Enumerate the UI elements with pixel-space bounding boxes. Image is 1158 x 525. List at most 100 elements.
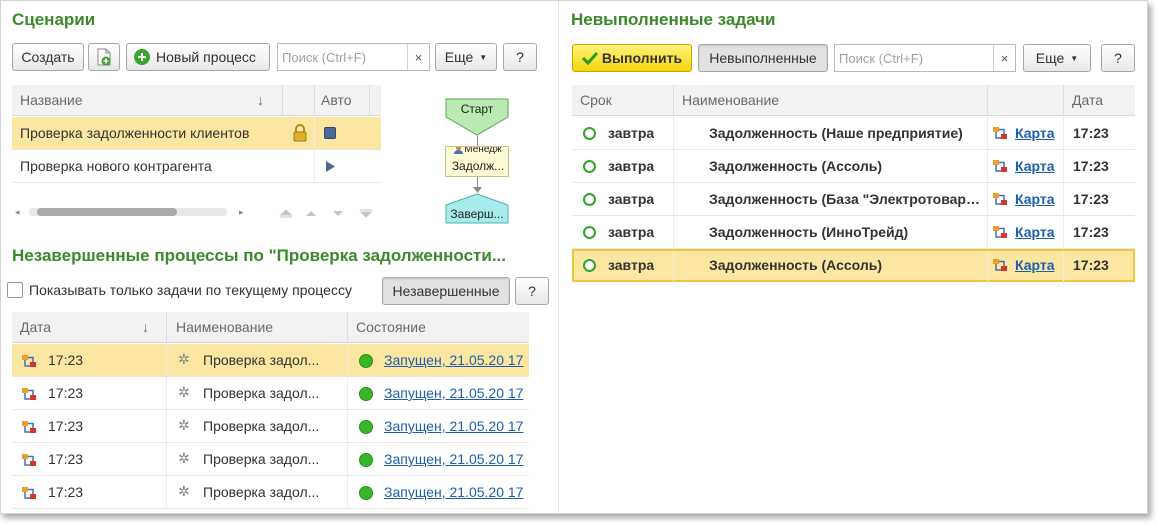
- task-deadline: завтра: [608, 191, 655, 207]
- task-deadline: завтра: [608, 158, 655, 174]
- panel-divider[interactable]: [558, 1, 559, 513]
- route-icon: [22, 454, 36, 466]
- column-date[interactable]: Дата: [20, 319, 51, 335]
- scroll-right-arrow[interactable]: ▸: [239, 207, 247, 217]
- window: Сценарии Создать Новый процесс Поиск (Ct…: [0, 0, 1148, 514]
- flow-connector: [477, 136, 478, 146]
- gear-icon: ✲: [178, 417, 190, 433]
- flow-end-label: Заверш...: [450, 207, 504, 221]
- tasks-table-header: Срок Наименование Дата: [572, 85, 1135, 116]
- task-map-link[interactable]: Карта: [1015, 125, 1055, 141]
- tasks-search-input[interactable]: Поиск (Ctrl+F) ×: [834, 44, 1016, 72]
- new-process-label: Новый процесс: [156, 49, 256, 65]
- column-date[interactable]: Дата: [1072, 92, 1103, 108]
- table-row[interactable]: завтра Задолженность (Наше предприятие) …: [572, 117, 1135, 150]
- task-name: Задолженность (ИнноТрейд): [709, 224, 909, 240]
- task-time: 17:23: [1073, 224, 1109, 240]
- scenarios-more-button[interactable]: Еще ▼: [435, 43, 497, 71]
- table-row[interactable]: завтра Задолженность (Ассоль) Карта 17:2…: [572, 249, 1135, 284]
- processes-table-header: Дата ↓ Наименование Состояние: [12, 312, 529, 343]
- table-row[interactable]: 17:23 ✲ Проверка задол... Запущен, 21.05…: [12, 443, 529, 476]
- route-icon: [993, 259, 1007, 271]
- table-row[interactable]: 17:23 ✲ Проверка задол... Запущен, 21.05…: [12, 410, 529, 443]
- add-document-button[interactable]: [88, 43, 120, 71]
- status-dot-icon: [359, 420, 373, 434]
- scenarios-search-placeholder: Поиск (Ctrl+F): [282, 50, 367, 65]
- scenarios-help-button[interactable]: ?: [503, 43, 537, 71]
- column-state[interactable]: Состояние: [356, 319, 426, 335]
- task-name: Задолженность (Наше предприятие): [709, 125, 963, 141]
- process-name: Проверка задол...: [203, 418, 320, 434]
- table-row[interactable]: Проверка нового контрагента: [12, 150, 381, 183]
- tasks-more-button[interactable]: Еще ▼: [1023, 44, 1091, 72]
- flow-end-node[interactable]: Заверш...: [445, 193, 509, 224]
- process-state-link[interactable]: Запущен, 21.05.20 17: [384, 352, 529, 368]
- execute-button[interactable]: Выполнить: [572, 44, 692, 72]
- sort-down-icon: ↓: [142, 319, 149, 335]
- flow-start-label: Старт: [460, 102, 494, 116]
- task-map-link[interactable]: Карта: [1015, 158, 1055, 174]
- task-circle-icon: [583, 226, 596, 239]
- tasks-title: Невыполненные задачи: [571, 10, 776, 29]
- chevron-down-icon: ▼: [479, 52, 488, 62]
- table-row[interactable]: завтра Задолженность (База "Электротовар…: [572, 183, 1135, 216]
- processes-help-button[interactable]: ?: [515, 277, 549, 305]
- route-icon: [993, 127, 1007, 139]
- gear-icon: ✲: [178, 483, 190, 499]
- column-separator: [369, 85, 370, 116]
- flow-manager-label: Менедж: [448, 147, 508, 155]
- tasks-help-button[interactable]: ?: [1101, 44, 1135, 72]
- execute-label: Выполнить: [601, 50, 683, 66]
- table-row[interactable]: 17:23 ✲ Проверка задол... Запущен, 21.05…: [12, 476, 529, 509]
- task-time: 17:23: [1073, 125, 1109, 141]
- table-row[interactable]: завтра Задолженность (ИнноТрейд) Карта 1…: [572, 216, 1135, 249]
- task-circle-icon: [583, 160, 596, 173]
- process-state-link[interactable]: Запущен, 21.05.20 17: [384, 451, 529, 467]
- column-name[interactable]: Наименование: [176, 319, 273, 335]
- gear-icon: ✲: [178, 450, 190, 466]
- scenarios-search-clear-button[interactable]: ×: [407, 44, 429, 70]
- horizontal-scrollbar[interactable]: [29, 208, 227, 216]
- task-circle-icon: [583, 127, 596, 140]
- scenarios-search-input[interactable]: Поиск (Ctrl+F) ×: [277, 43, 430, 71]
- process-state-link[interactable]: Запущен, 21.05.20 17: [384, 484, 529, 500]
- column-deadline[interactable]: Срок: [580, 92, 612, 108]
- column-auto[interactable]: Авто: [321, 92, 352, 108]
- move-arrows[interactable]: [279, 209, 379, 219]
- play-icon: [326, 161, 335, 172]
- tasks-search-clear-button[interactable]: ×: [993, 45, 1015, 71]
- current-process-checkbox-label[interactable]: Показывать только задачи по текущему про…: [29, 282, 352, 298]
- process-time: 17:23: [48, 484, 84, 500]
- unfinished-filter-button[interactable]: Незавершенные: [382, 277, 510, 305]
- route-icon: [993, 226, 1007, 238]
- create-button[interactable]: Создать: [12, 43, 84, 71]
- checkmark-icon: [581, 51, 598, 65]
- status-dot-icon: [359, 387, 373, 401]
- task-deadline: завтра: [608, 224, 655, 240]
- unfulfilled-filter-button[interactable]: Невыполненные: [698, 44, 828, 72]
- process-state-link[interactable]: Запущен, 21.05.20 17: [384, 418, 529, 434]
- process-state-link[interactable]: Запущен, 21.05.20 17: [384, 385, 529, 401]
- table-row[interactable]: Проверка задолженности клиентов: [12, 117, 381, 150]
- flow-start-node[interactable]: Старт: [445, 98, 509, 136]
- new-process-button[interactable]: Новый процесс: [126, 43, 270, 71]
- task-map-link[interactable]: Карта: [1015, 191, 1055, 207]
- table-row[interactable]: завтра Задолженность (Ассоль) Карта 17:2…: [572, 150, 1135, 183]
- column-name[interactable]: Название: [20, 92, 83, 108]
- scroll-left-arrow[interactable]: ◂: [15, 207, 23, 217]
- scrollbar-thumb[interactable]: [37, 208, 177, 216]
- task-map-link[interactable]: Карта: [1015, 257, 1055, 273]
- flow-task-node[interactable]: Менедж Задолж...: [445, 146, 509, 177]
- table-row[interactable]: 17:23 ✲ Проверка задол... Запущен, 21.05…: [12, 344, 529, 377]
- table-row[interactable]: 17:23 ✲ Проверка задол... Запущен, 21.05…: [12, 377, 529, 410]
- task-name: Задолженность (База "Электротовары"): [709, 191, 981, 207]
- process-time: 17:23: [48, 418, 84, 434]
- task-map-link[interactable]: Карта: [1015, 224, 1055, 240]
- current-process-checkbox[interactable]: [7, 282, 23, 298]
- scenarios-table-header: Название ↓ Авто: [12, 85, 381, 116]
- task-circle-icon: [583, 193, 596, 206]
- status-dot-icon: [359, 354, 373, 368]
- task-deadline: завтра: [608, 125, 655, 141]
- gear-icon: ✲: [178, 384, 190, 400]
- column-name[interactable]: Наименование: [682, 92, 779, 108]
